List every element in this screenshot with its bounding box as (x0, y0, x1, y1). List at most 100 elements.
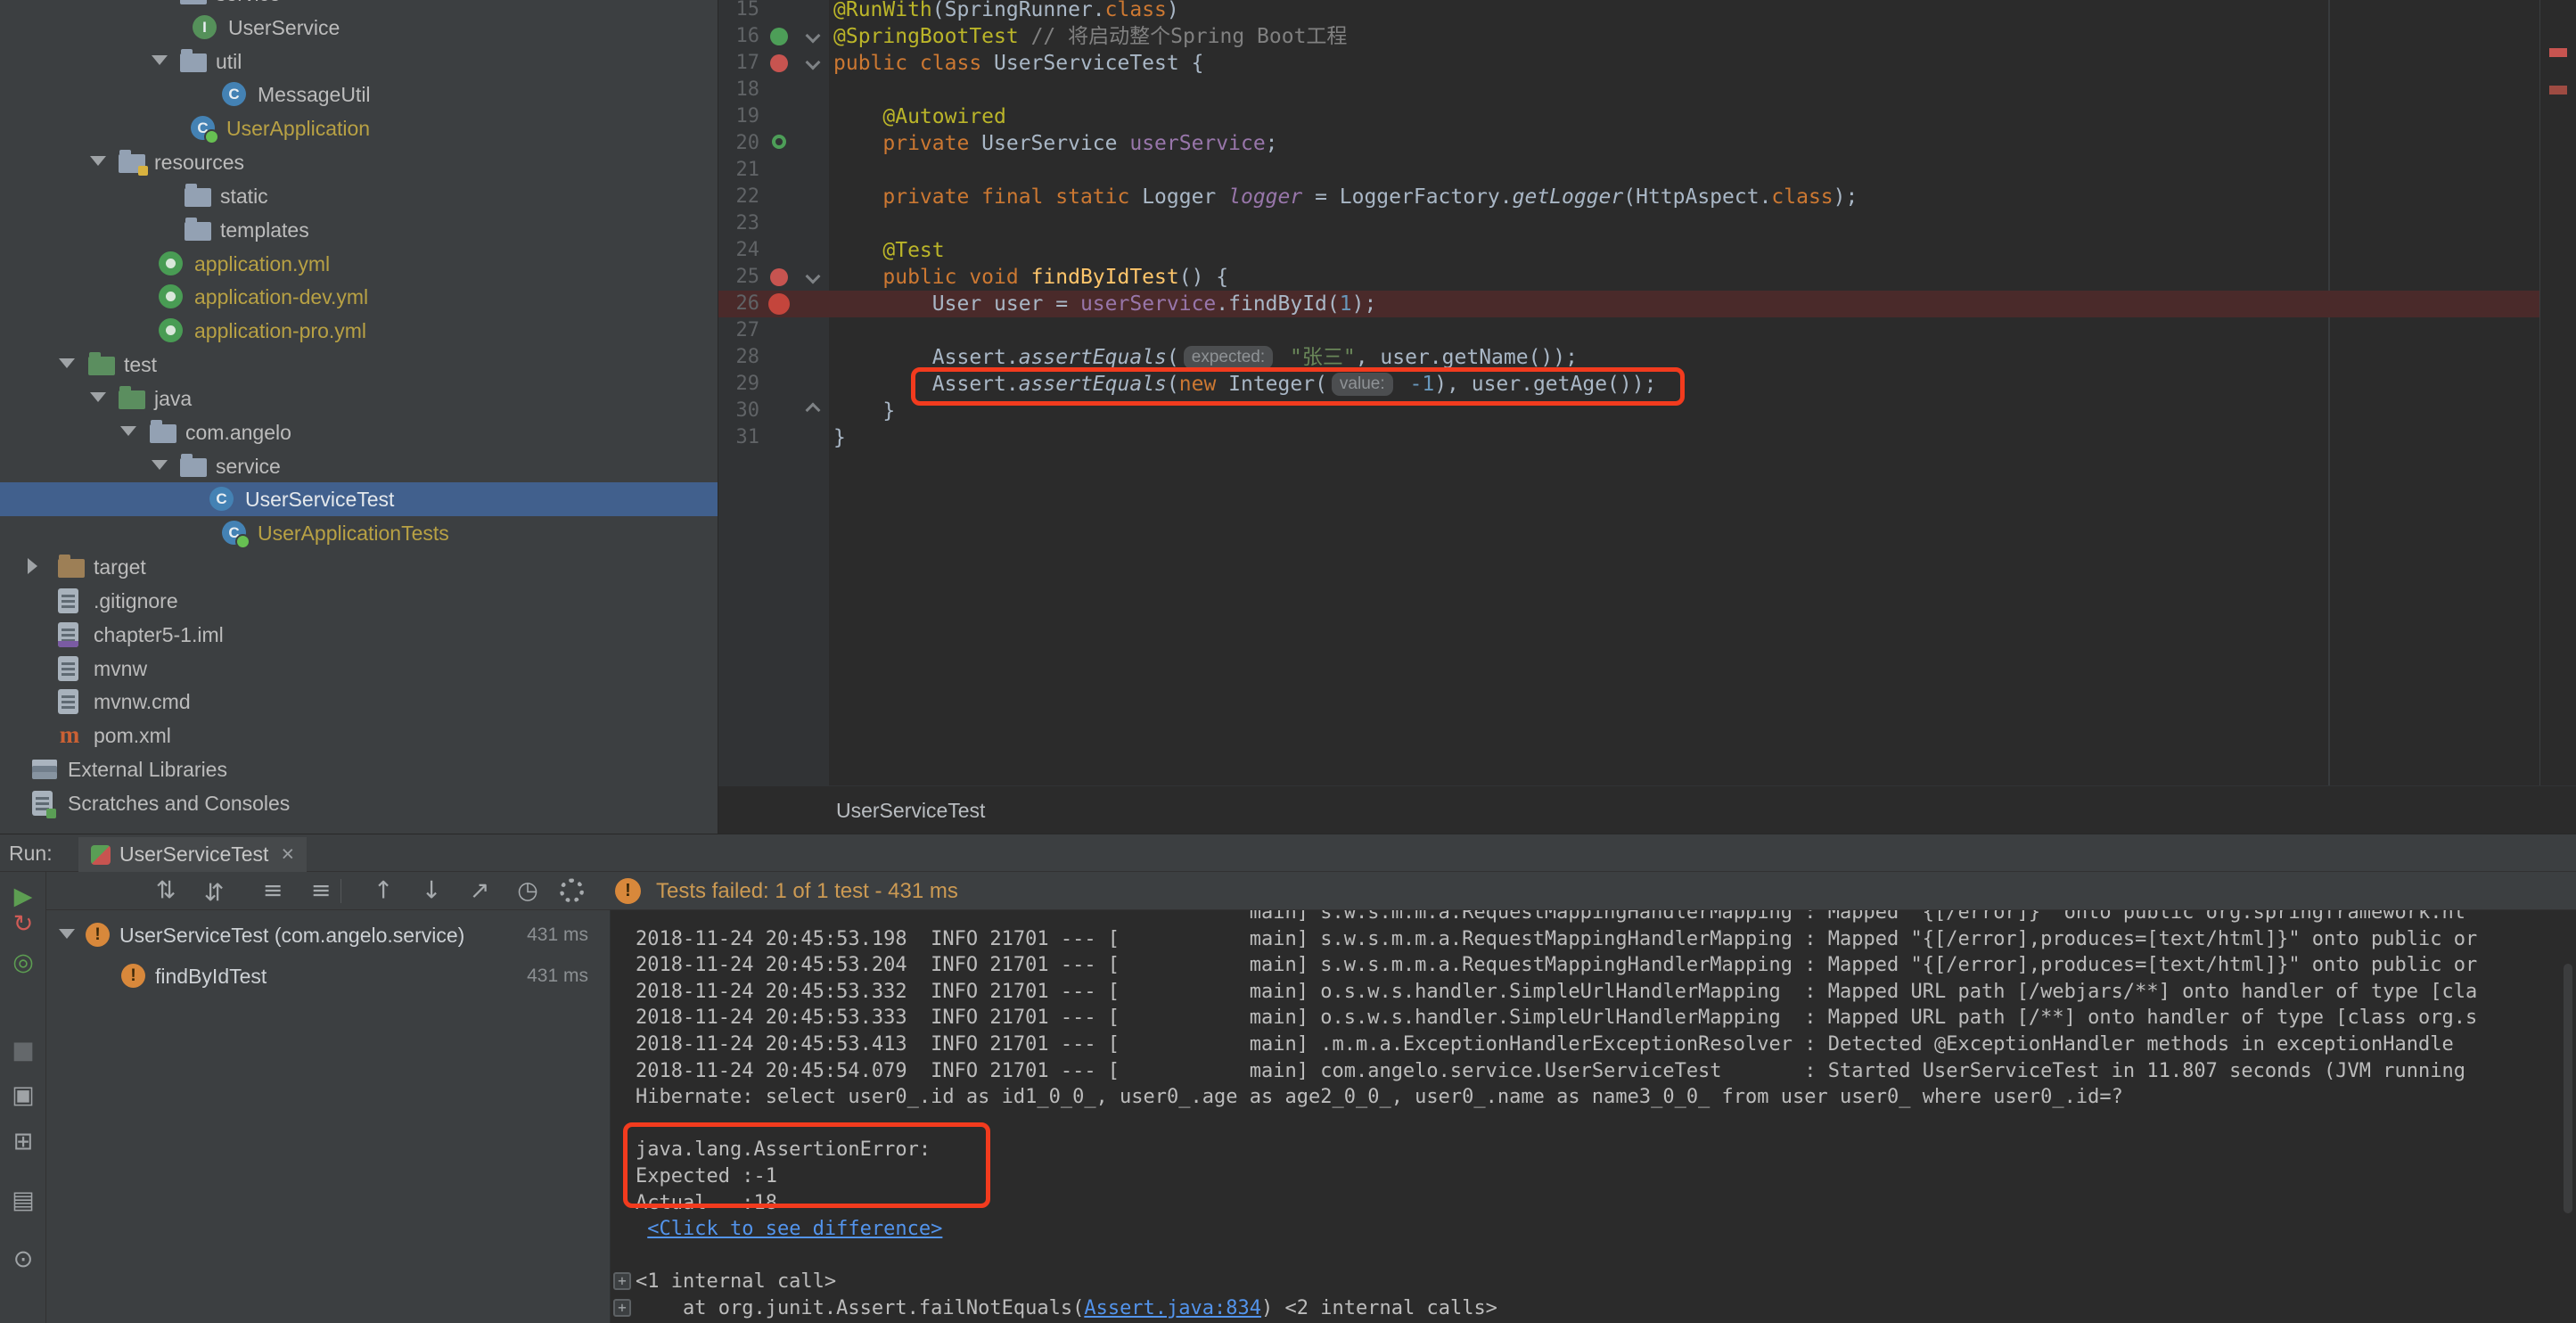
toggle-auto-test-icon[interactable]: ◎ (0, 948, 46, 978)
tree-item[interactable]: mpom.xml (0, 719, 718, 752)
tree-item-label: templates (220, 213, 309, 247)
tree-item[interactable]: IUserService (0, 11, 718, 45)
tree-item[interactable]: service (0, 449, 718, 483)
libraries-icon (32, 760, 57, 779)
tree-item[interactable]: application-dev.yml (0, 280, 718, 314)
tree-item[interactable]: java (0, 382, 718, 415)
tree-item[interactable]: chapter5-1.iml (0, 618, 718, 652)
console-line: at org.junit.Assert.failNotEquals(Assert… (636, 1295, 1497, 1322)
tree-item[interactable]: CUserApplication (0, 111, 718, 145)
tree-item[interactable]: CMessageUtil (0, 78, 718, 111)
collapse-arrow-icon[interactable] (90, 392, 106, 402)
close-icon[interactable]: × (281, 842, 294, 867)
console-link[interactable]: <Click to see difference> (647, 1218, 942, 1240)
tree-item[interactable]: mvnw.cmd (0, 685, 718, 719)
tree-item[interactable]: resources (0, 145, 718, 179)
tree-item[interactable]: static (0, 179, 718, 213)
console-line: 2018-11-24 20:45:54.079 INFO 21701 --- [… (636, 1058, 2465, 1085)
tree-item[interactable]: Scratches and Consoles (0, 786, 718, 820)
run-panel-title: Run: (9, 834, 53, 872)
sort-alphabetically-icon[interactable]: ≡ (257, 877, 289, 905)
error-stripe-mark[interactable] (2549, 86, 2567, 94)
tree-item-label: resources (154, 145, 244, 179)
run-tab[interactable]: UserServiceTest × (78, 837, 307, 872)
test-run-icon (91, 845, 111, 865)
code-line: public void findByIdTest() { (833, 264, 1228, 291)
folder-icon (180, 0, 207, 4)
console-fold-icon[interactable]: + (613, 1272, 631, 1290)
tree-item[interactable]: util (0, 45, 718, 78)
show-ignored-icon[interactable]: ⇅ (198, 877, 230, 905)
collapse-arrow-icon[interactable] (90, 156, 106, 166)
rerun-failed-tests-icon[interactable]: ↻ (0, 909, 46, 940)
tree-item-label: .gitignore (94, 584, 178, 618)
collapse-arrow-icon[interactable] (152, 460, 168, 470)
stop-icon[interactable]: ■ (0, 1036, 46, 1066)
console-fold-icon[interactable]: + (613, 1299, 631, 1317)
collapse-arrow-icon[interactable] (152, 55, 168, 65)
tree-item[interactable]: templates (0, 213, 718, 247)
console-line: 2018-11-24 20:45:53.204 INFO 21701 --- [… (636, 952, 2477, 979)
scrollbar-thumb[interactable] (2564, 964, 2572, 1213)
test-name: findByIdTest (155, 957, 267, 996)
spring-boot-class-icon: C (222, 521, 246, 545)
test-failed-icon: ! (86, 923, 110, 947)
scratches-icon (32, 791, 53, 816)
test-failed-icon: ! (121, 964, 145, 988)
collapse-arrow-icon[interactable] (59, 358, 75, 368)
expand-arrow-icon[interactable] (28, 558, 37, 574)
code-editor[interactable]: 1516171819202122232425262728293031 @RunW… (718, 0, 2576, 785)
tree-item-label: com.angelo (185, 415, 291, 449)
dump-threads-icon[interactable]: ▣ (0, 1081, 46, 1111)
breadcrumb-item[interactable]: UserServiceTest (836, 786, 985, 834)
restore-layout-icon[interactable]: ⊞ (0, 1127, 46, 1157)
tree-item[interactable]: test (0, 348, 718, 382)
error-stripe[interactable] (2539, 0, 2576, 785)
collapse-arrow-icon[interactable] (120, 426, 136, 436)
console-line: 2018-11-24 20:45:53.413 INFO 21701 --- [… (636, 1031, 2454, 1058)
error-stripe-mark[interactable] (2549, 48, 2567, 57)
pin-tab-icon[interactable]: ⊙ (0, 1245, 46, 1275)
settings-icon[interactable] (560, 879, 584, 903)
tree-item-label: UserService (228, 11, 340, 45)
tree-item-label: service (216, 449, 281, 483)
project-tree-panel[interactable]: serviceIUserServiceutilCMessageUtilCUser… (0, 0, 718, 834)
tree-item[interactable]: .gitignore (0, 584, 718, 618)
test-results-tree[interactable]: !UserServiceTest (com.angelo.service)431… (46, 910, 610, 1323)
test-folder-icon (88, 357, 115, 375)
tree-item[interactable]: com.angelo (0, 415, 718, 449)
layout-settings-icon[interactable]: ▤ (0, 1186, 46, 1216)
tree-item-label: application.yml (194, 247, 330, 281)
code-line: @Test (833, 237, 945, 264)
test-folder-icon (119, 390, 145, 409)
tree-item[interactable]: CUserApplicationTests (0, 516, 718, 550)
file-icon (58, 656, 78, 681)
run-toolbar: ⇅⇅≡≡↑↓↗◷ ! Tests failed: 1 of 1 test - 4… (46, 872, 2576, 910)
sort-by-duration-icon[interactable]: ≡ (305, 877, 337, 905)
tree-item[interactable]: External Libraries (0, 752, 718, 786)
test-history-icon[interactable]: ◷ (512, 877, 544, 905)
parameter-hint: expected: (1184, 346, 1273, 369)
test-tree-item[interactable]: !findByIdTest431 ms (46, 957, 610, 996)
console-link[interactable]: Assert.java:834 (1084, 1297, 1261, 1319)
tree-item-label: service (216, 0, 281, 11)
tree-item-label: chapter5-1.iml (94, 618, 224, 652)
tests-status-text: Tests failed: 1 of 1 test - 431 ms (656, 872, 958, 910)
test-tree-item[interactable]: !UserServiceTest (com.angelo.service)431… (46, 916, 610, 955)
tree-item-label: UserApplication (226, 111, 370, 145)
open-results-icon[interactable]: ↗ (464, 877, 496, 905)
console-line: main] s.w.s.m.m.a.RequestMappingHandlerM… (636, 910, 2465, 926)
tree-item[interactable]: application.yml (0, 247, 718, 281)
next-failed-test-icon[interactable]: ↓ (415, 877, 447, 905)
hide-passed-icon[interactable]: ⇅ (150, 877, 182, 905)
tree-item[interactable]: application-pro.yml (0, 314, 718, 348)
console-output[interactable]: main] s.w.s.m.m.a.RequestMappingHandlerM… (610, 910, 2576, 1323)
tree-item[interactable]: mvnw (0, 652, 718, 686)
code-line: @RunWith(SpringRunner.class) (833, 0, 1179, 23)
collapse-arrow-icon[interactable] (59, 929, 75, 939)
rerun-tests-icon[interactable]: ▶ (0, 882, 46, 912)
tree-item[interactable]: service (0, 0, 718, 11)
previous-failed-test-icon[interactable]: ↑ (367, 877, 399, 905)
tree-item[interactable]: target (0, 550, 718, 584)
tree-item[interactable]: CUserServiceTest (0, 482, 718, 516)
